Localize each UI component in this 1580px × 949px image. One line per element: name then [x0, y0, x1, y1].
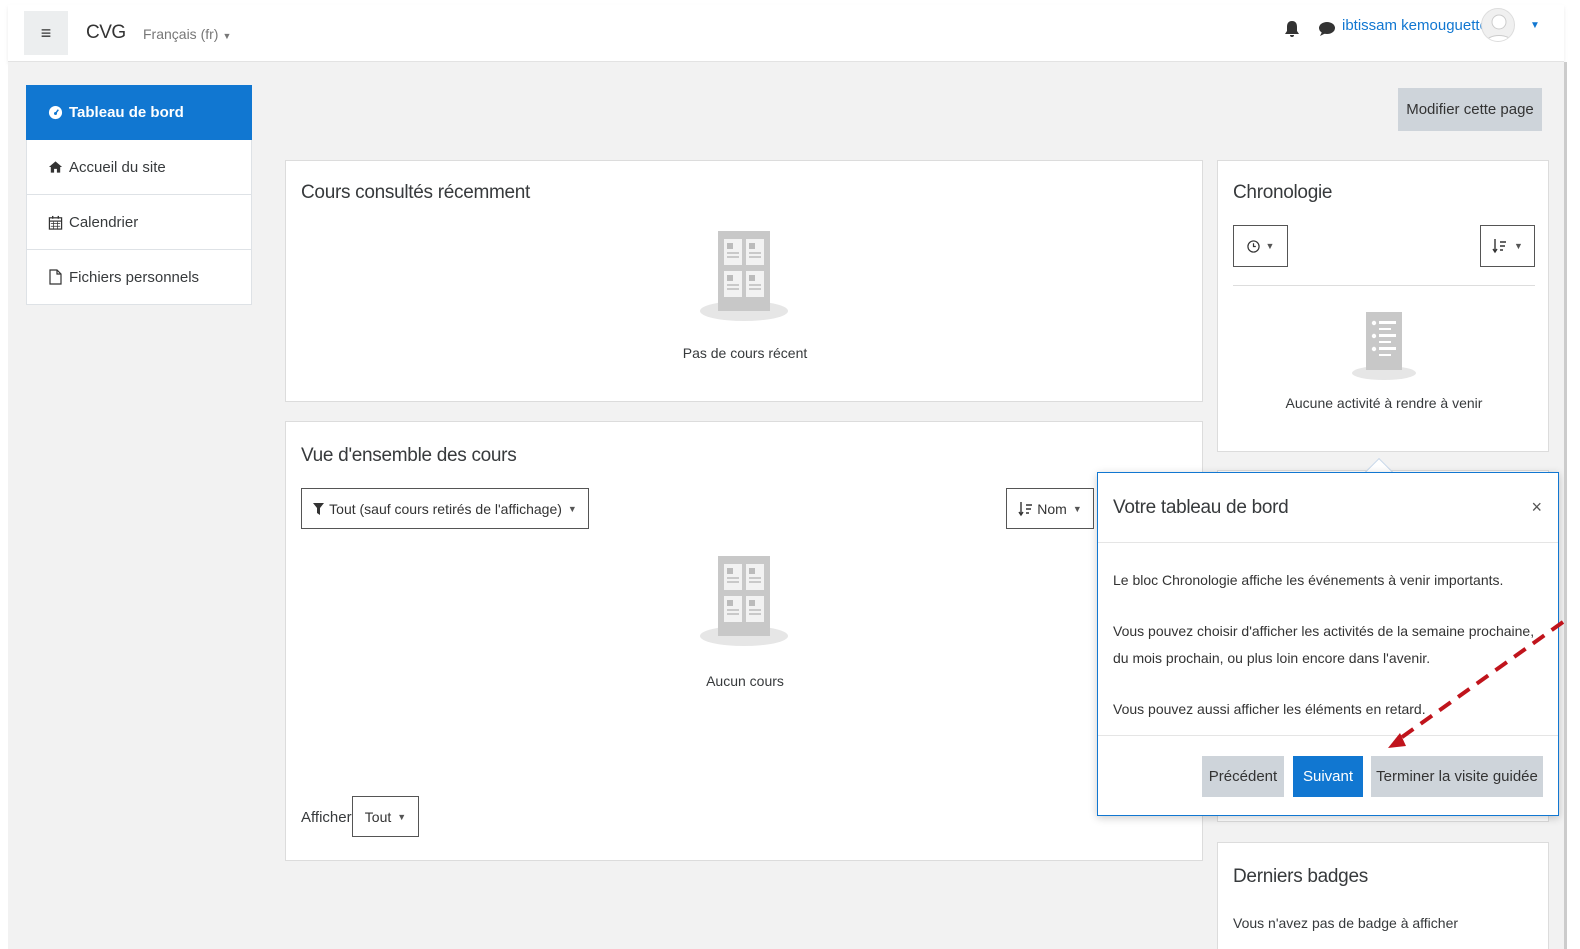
sidebar-item-label: Accueil du site	[69, 158, 166, 176]
caret-down-icon: ▼	[567, 503, 577, 514]
caret-down-icon: ▼	[397, 811, 407, 822]
user-menu-name[interactable]: ibtissam kemouguette	[1342, 17, 1488, 34]
divider	[1233, 285, 1535, 286]
caret-down-icon: ▼	[1072, 503, 1082, 514]
sidebar-item-label: Fichiers personnels	[69, 268, 200, 286]
popover-title: Votre tableau de bord	[1113, 497, 1289, 518]
sort-label: Nom	[1037, 500, 1067, 517]
timeline-block: Chronologie ▼ ▼ Aucune activité à rendre…	[1217, 160, 1549, 452]
block-title: Vue d'ensemble des cours	[301, 445, 517, 466]
user-menu-caret-icon[interactable]: ▼	[1530, 20, 1540, 31]
block-title: Derniers badges	[1233, 866, 1368, 887]
annotation-arrow-icon	[1388, 620, 1565, 748]
sidebar-item-site-home[interactable]: Accueil du site	[26, 140, 252, 195]
sidebar-item-label: Calendrier	[69, 213, 139, 231]
caret-down-icon: ▼	[222, 31, 232, 41]
previous-button[interactable]: Précédent	[1202, 756, 1284, 797]
empty-state-text: Aucune activité à rendre à venir	[1285, 395, 1483, 411]
course-filter-dropdown[interactable]: Tout (sauf cours retirés de l'affichage)…	[301, 488, 589, 529]
sort-dropdown[interactable]: Nom ▼	[1006, 488, 1094, 529]
language-menu[interactable]: Français (fr) ▼	[143, 26, 231, 42]
clock-icon	[1246, 239, 1260, 253]
latest-badges-block: Derniers badges Vous n'avez pas de badge…	[1217, 842, 1549, 949]
filter-label: Tout (sauf cours retirés de l'affichage)	[329, 500, 562, 517]
hamburger-icon: ≡	[40, 22, 52, 43]
show-value: Tout	[364, 808, 392, 825]
sort-icon	[1018, 501, 1033, 516]
empty-state-text: Aucun cours	[706, 673, 784, 689]
list-empty-icon	[1352, 312, 1416, 380]
show-label: Afficher	[301, 809, 352, 826]
sidebar-item-private-files[interactable]: Fichiers personnels	[26, 250, 252, 305]
edit-page-button[interactable]: Modifier cette page	[1398, 88, 1542, 131]
dashboard-icon	[47, 105, 63, 121]
timeline-sort-dropdown[interactable]: ▼	[1480, 225, 1535, 267]
courses-empty-icon	[700, 231, 788, 321]
tour-paragraph: Le bloc Chronologie affiche les événemen…	[1113, 572, 1504, 588]
chat-bubble-icon[interactable]	[1318, 21, 1336, 37]
next-button[interactable]: Suivant	[1293, 756, 1363, 797]
file-icon	[47, 269, 63, 285]
course-overview-block: Vue d'ensemble des cours Tout (sauf cour…	[285, 421, 1203, 861]
sidebar-item-dashboard[interactable]: Tableau de bord	[26, 85, 252, 140]
block-title: Cours consultés récemment	[301, 182, 531, 203]
timeline-day-filter[interactable]: ▼	[1233, 225, 1288, 267]
language-label: Français (fr)	[143, 26, 219, 42]
sidebar-item-calendar[interactable]: Calendrier	[26, 195, 252, 250]
site-brand[interactable]: CVG	[86, 22, 126, 44]
recent-courses-block: Cours consultés récemment Pas de cours r…	[285, 160, 1203, 402]
caret-down-icon: ▼	[1514, 241, 1523, 251]
filter-icon	[313, 502, 325, 515]
nav-drawer: Tableau de bord Accueil du site Calendri…	[26, 85, 252, 305]
close-icon[interactable]: ×	[1531, 497, 1542, 518]
popover-header: Votre tableau de bord ×	[1098, 473, 1558, 543]
bell-icon[interactable]	[1282, 19, 1302, 39]
block-title: Chronologie	[1233, 182, 1333, 203]
end-tour-button[interactable]: Terminer la visite guidée	[1371, 756, 1543, 797]
menu-toggle-button[interactable]: ≡	[24, 11, 68, 55]
caret-down-icon: ▼	[1265, 241, 1275, 251]
sidebar-item-label: Tableau de bord	[69, 104, 184, 121]
courses-empty-icon	[700, 556, 788, 646]
scrollbar[interactable]	[1564, 62, 1567, 949]
pagination-size-dropdown[interactable]: Tout ▼	[352, 796, 419, 837]
home-icon	[47, 159, 63, 175]
sort-icon	[1492, 239, 1507, 254]
empty-state-text: Vous n'avez pas de badge à afficher	[1233, 915, 1459, 931]
empty-state-text: Pas de cours récent	[682, 345, 808, 361]
avatar[interactable]	[1481, 8, 1515, 42]
calendar-icon	[47, 214, 63, 230]
